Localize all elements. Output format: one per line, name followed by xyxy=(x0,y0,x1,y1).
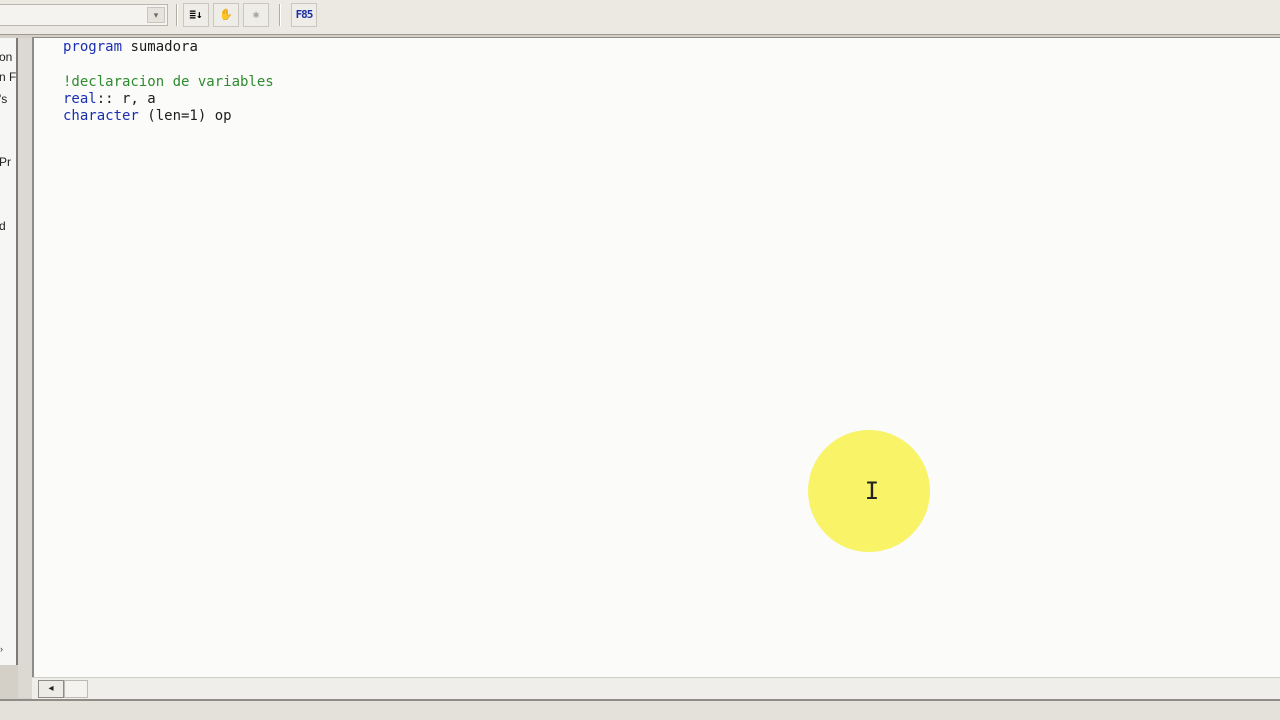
f85-icon[interactable]: F85 xyxy=(291,3,317,27)
hand-icon[interactable]: ✋ xyxy=(213,3,239,27)
scroll-left-icon[interactable]: ◂ xyxy=(38,680,64,698)
chevron-down-icon[interactable]: ▾ xyxy=(147,7,165,23)
code-text[interactable]: program sumadora !declaracion de variable… xyxy=(63,39,274,125)
splitter[interactable] xyxy=(18,38,32,698)
tree-item-fragment[interactable]: on xyxy=(0,50,12,64)
keyword-token: program xyxy=(63,39,123,55)
code-line[interactable]: character (len=1) op xyxy=(63,108,274,125)
comment-token: !declaracion de variables xyxy=(63,73,274,90)
sort-list-icon[interactable]: ≣↓ xyxy=(183,3,209,27)
code-editor[interactable]: program sumadora !declaracion de variable… xyxy=(32,37,1280,677)
disabled-tool-glyph: ✱ xyxy=(252,8,260,21)
tree-item-fragment[interactable]: Pr xyxy=(0,155,11,169)
toolbar-separator xyxy=(176,4,178,26)
code-line[interactable]: program sumadora xyxy=(63,39,274,56)
code-line[interactable] xyxy=(63,56,274,73)
chevron-right-icon[interactable]: › xyxy=(0,644,3,654)
tree-item-fragment[interactable]: n F xyxy=(0,70,16,84)
combo-box[interactable]: ▾ xyxy=(0,4,168,26)
project-tree-panel[interactable]: on n F 's Pr d xyxy=(0,38,18,665)
status-bar xyxy=(0,699,1280,720)
f85-glyph: F85 xyxy=(295,8,314,21)
tree-item-fragment[interactable]: 's xyxy=(0,92,7,106)
horizontal-scrollbar[interactable]: ◂ xyxy=(32,677,1280,699)
toolbar-separator xyxy=(279,4,281,26)
keyword-token: character xyxy=(63,108,139,125)
sort-list-glyph: ≣↓ xyxy=(189,8,203,21)
disabled-tool-icon[interactable]: ✱ xyxy=(243,3,269,27)
text-cursor-icon: I xyxy=(864,477,880,505)
scrollbar-thumb[interactable] xyxy=(64,680,88,698)
code-token: :: r, a xyxy=(96,90,156,107)
code-line[interactable]: real:: r, a xyxy=(63,91,274,108)
hand-glyph: ✋ xyxy=(219,8,233,21)
code-line[interactable]: !declaracion de variables xyxy=(63,74,274,91)
keyword-token: real xyxy=(63,90,97,107)
code-token: sumadora xyxy=(122,39,198,55)
tree-item-fragment[interactable]: d xyxy=(0,219,6,233)
toolbar: ▾ ≣↓ ✋ ✱ F85 xyxy=(0,0,1280,35)
code-token: (len=1) op xyxy=(138,108,232,125)
